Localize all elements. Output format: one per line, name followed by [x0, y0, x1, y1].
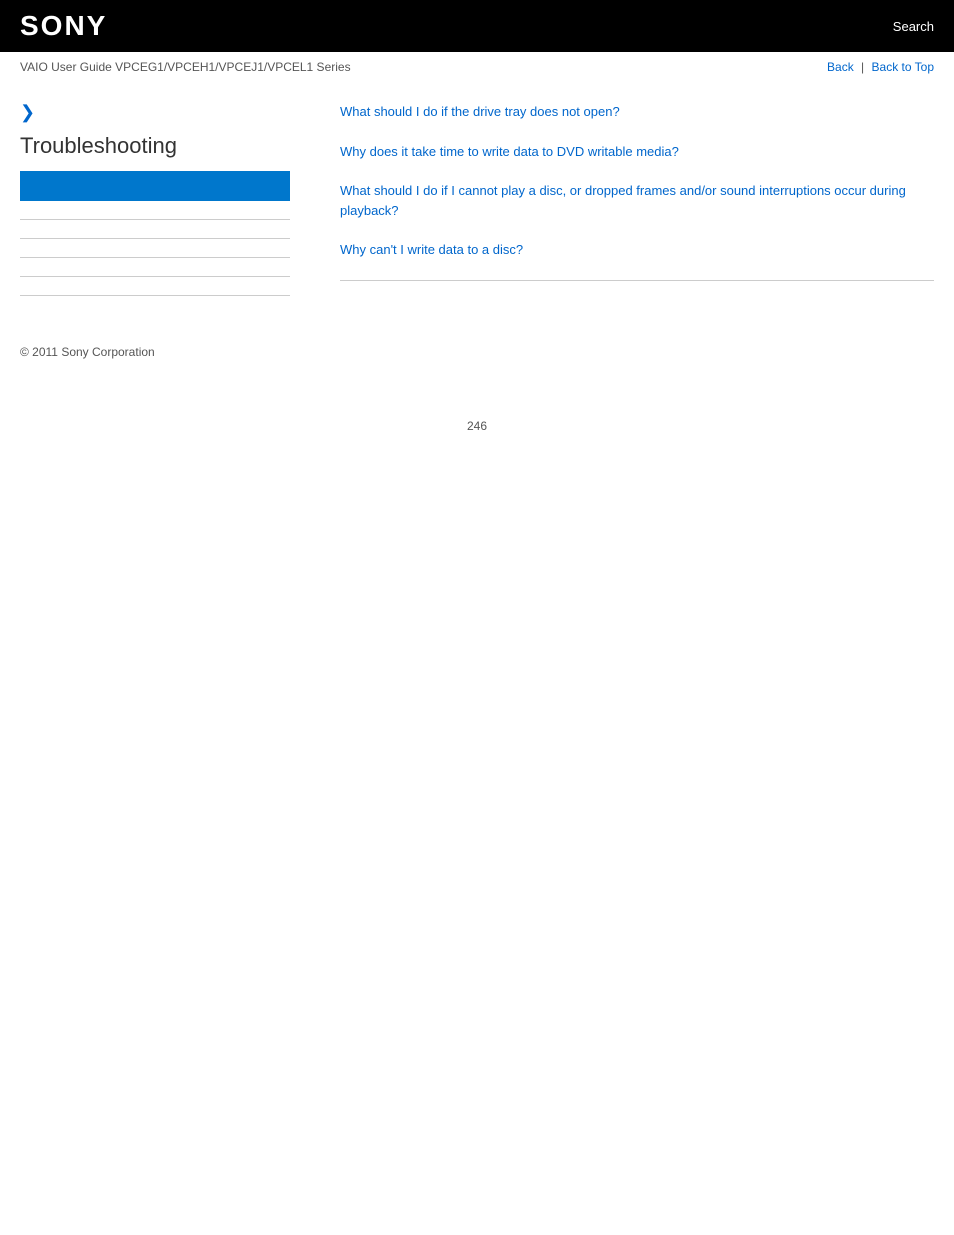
content-link-2[interactable]: Why does it take time to write data to D… [340, 142, 934, 162]
breadcrumb-text: VAIO User Guide VPCEG1/VPCEH1/VPCEJ1/VPC… [20, 60, 351, 74]
sidebar: ❯ Troubleshooting [20, 102, 310, 314]
sidebar-highlight-bar [20, 171, 290, 201]
page-number: 246 [0, 379, 954, 453]
header: SONY Search [0, 0, 954, 52]
footer: © 2011 Sony Corporation [0, 314, 954, 379]
back-to-top-link[interactable]: Back to Top [872, 60, 934, 74]
sidebar-title: Troubleshooting [20, 133, 310, 159]
sidebar-divider-3 [20, 257, 290, 258]
content-link-1[interactable]: What should I do if the drive tray does … [340, 102, 934, 122]
back-link[interactable]: Back [827, 60, 854, 74]
sidebar-arrow-icon: ❯ [20, 102, 310, 123]
sidebar-divider-4 [20, 276, 290, 277]
main-content: ❯ Troubleshooting What should I do if th… [0, 82, 954, 314]
content-area: What should I do if the drive tray does … [330, 102, 934, 314]
sidebar-divider-1 [20, 219, 290, 220]
content-divider [340, 280, 934, 281]
content-link-4[interactable]: Why can't I write data to a disc? [340, 240, 934, 260]
sidebar-divider-2 [20, 238, 290, 239]
sidebar-divider-5 [20, 295, 290, 296]
breadcrumb-bar: VAIO User Guide VPCEG1/VPCEH1/VPCEJ1/VPC… [0, 52, 954, 82]
copyright-text: © 2011 Sony Corporation [20, 345, 155, 359]
nav-links: Back | Back to Top [827, 60, 934, 74]
content-link-3[interactable]: What should I do if I cannot play a disc… [340, 181, 934, 220]
search-button[interactable]: Search [893, 19, 934, 34]
nav-separator: | [861, 60, 864, 74]
sony-logo: SONY [20, 10, 107, 42]
